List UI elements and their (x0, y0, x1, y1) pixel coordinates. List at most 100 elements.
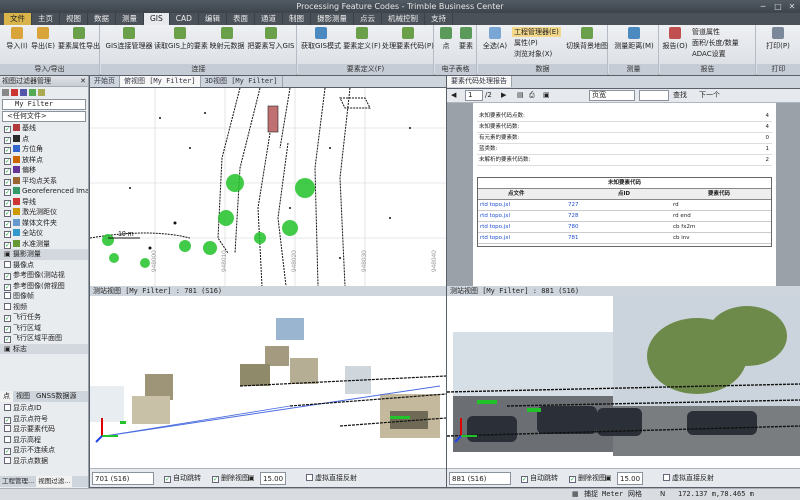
map-metadata-button[interactable]: 映射元数据 (208, 27, 246, 51)
checkbox-icon[interactable]: ✓ (4, 315, 11, 322)
layer-item[interactable]: ✓ 方位角 (0, 144, 88, 155)
tab-machine-control[interactable]: 机械控制 (382, 13, 425, 25)
snap-label[interactable]: 捕捉 (584, 489, 598, 500)
layer-item[interactable]: ✓ 导线 (0, 197, 88, 208)
checkbox-icon[interactable]: ✓ (4, 325, 11, 333)
snap-icon[interactable]: ▦ (572, 489, 579, 500)
fov-input[interactable]: 15.00 (617, 472, 643, 485)
point-option[interactable]: 显示点数据 (0, 456, 88, 467)
tab-view[interactable]: 视图 (60, 13, 88, 25)
tab-photogrammetry[interactable]: 摄影测量 (311, 13, 354, 25)
station-view-left-tab[interactable]: 测站视图 [My Filter] : 701 (S16) (90, 286, 446, 296)
copy-filter-icon[interactable] (20, 89, 27, 96)
tab-file[interactable]: 文件 (4, 13, 32, 25)
delete-view-checkbox[interactable]: ✓ 删除视图 (569, 472, 606, 485)
checkbox-icon[interactable] (4, 292, 11, 299)
layer-item[interactable]: ✓ 放样点 (0, 155, 88, 166)
properties-button[interactable]: 属性(P) (514, 38, 538, 48)
adac-settings-button[interactable]: ADAC设置 (692, 49, 726, 59)
tab-surface[interactable]: 表面 (227, 13, 255, 25)
tab-edit[interactable]: 编辑 (199, 13, 227, 25)
gis-connection-manager-button[interactable]: GIS连接管理器 (105, 27, 153, 51)
photo-layer-item[interactable]: 摄像点 (0, 260, 88, 271)
filter-options-icon[interactable] (38, 89, 45, 96)
tab-survey[interactable]: 测量 (116, 13, 144, 25)
point-option[interactable]: 显示点ID (0, 403, 88, 414)
maximize-button[interactable]: □ (771, 0, 785, 13)
checkbox-icon[interactable] (4, 435, 11, 443)
toggle-background-map-button[interactable]: 切换背景地图 (566, 27, 608, 51)
checkbox-icon[interactable]: ✓ (4, 241, 11, 249)
tab-gis[interactable]: GIS (144, 13, 170, 25)
point-option[interactable]: 显示高程 (0, 435, 88, 446)
pipe-properties-button[interactable]: 管道属性 (692, 27, 720, 37)
report-button[interactable]: 报告(O) (662, 27, 688, 51)
cell-file[interactable]: rtd topo.jxl (480, 233, 510, 244)
features-sheet-button[interactable]: 要素 (456, 27, 476, 51)
tab-start-page[interactable]: 开始页 (90, 76, 120, 87)
photo-layer-item[interactable]: ✓ 参考图像(测站视 (0, 270, 88, 281)
cell-point-id[interactable]: 780 (568, 222, 579, 233)
area-length-button[interactable]: 面积/长度/数量 (692, 38, 739, 48)
virtual-reflection-checkbox[interactable]: 虚拟直接反射 (663, 472, 714, 485)
cell-file[interactable]: rtd topo.jxl (480, 200, 510, 211)
layer-item[interactable]: ✓ Georeferenced Ima (0, 186, 88, 197)
fov-input[interactable]: 15.00 (260, 472, 286, 485)
page-input[interactable]: 1 (465, 90, 483, 101)
point-option[interactable]: ✓ 显示不连续点 (0, 445, 88, 456)
find-input[interactable] (639, 90, 669, 101)
tab-gnss[interactable]: GNSS数据源 (33, 391, 80, 402)
browse-objects-button[interactable]: 浏览对象(X) (514, 49, 552, 59)
print-button[interactable]: 打印(P) (759, 27, 797, 51)
zoom-select[interactable]: 页宽 (589, 90, 635, 101)
write-gis-button[interactable]: 把要素写入GIS (247, 27, 295, 51)
tab-point-cloud[interactable]: 点云 (354, 13, 382, 25)
tab-data[interactable]: 数据 (88, 13, 116, 25)
get-gis-schema-button[interactable]: 获取GIS模式 (300, 27, 342, 51)
find-next-link[interactable]: 下一个 (699, 89, 720, 102)
layer-item[interactable]: ✓ 激光测距仪 (0, 207, 88, 218)
layer-item[interactable]: ✓ 水准测量 (0, 239, 88, 250)
delete-filter-icon[interactable] (11, 89, 18, 96)
grid-label[interactable]: 网格 (628, 489, 642, 500)
virtual-reflection-checkbox[interactable]: 虚拟直接反射 (306, 472, 357, 485)
station-view-left[interactable] (90, 296, 446, 468)
new-filter-icon[interactable] (2, 89, 9, 96)
group-header-photogrammetry[interactable]: ▣ 摄影测量 (0, 249, 88, 260)
group-header-marks[interactable]: ▣ 标志 (0, 343, 88, 354)
export-icon[interactable]: ▤ (517, 89, 524, 102)
tab-points[interactable]: 点 (0, 391, 13, 402)
checkbox-icon[interactable]: ✓ (4, 220, 11, 228)
select-all-button[interactable]: 全选(A) (480, 27, 510, 51)
station-select[interactable]: 701 (S16) (92, 472, 154, 485)
cell-file[interactable]: rtd topo.jxl (480, 222, 510, 233)
page-setup-icon[interactable]: ▣ (543, 89, 550, 102)
cell-point-id[interactable]: 728 (568, 211, 579, 222)
point-option[interactable]: ✓ 显示点符号 (0, 414, 88, 425)
photo-layer-item[interactable]: 图像帧 (0, 291, 88, 302)
print-icon[interactable]: ⎙ (529, 89, 535, 102)
photo-layer-item[interactable]: ✓ 飞行区域 (0, 323, 88, 334)
checkbox-icon[interactable]: ✓ (4, 126, 11, 133)
tab-support[interactable]: 支持 (425, 13, 453, 25)
checkbox-icon[interactable]: ✓ (4, 147, 11, 154)
prev-page-icon[interactable]: ◀ (451, 89, 456, 102)
cell-point-id[interactable]: 727 (568, 200, 579, 211)
export-button[interactable]: 导出(E) (30, 27, 56, 51)
checkbox-icon[interactable] (4, 425, 11, 432)
checkbox-icon[interactable] (4, 456, 11, 464)
checkbox-icon[interactable]: ✓ (4, 231, 11, 238)
checkbox-icon[interactable] (4, 404, 11, 411)
station-view-right[interactable] (447, 296, 800, 468)
cell-file[interactable]: rtd topo.jxl (480, 211, 510, 222)
tab-views[interactable]: 视图 (13, 391, 33, 402)
feature-definition-button[interactable]: 要素定义(F) (342, 27, 382, 51)
tab-cad[interactable]: CAD (170, 13, 199, 25)
tab-view-filter[interactable]: 视图过滤... (36, 476, 73, 487)
layer-item[interactable]: ✓ 全站仪 (0, 228, 88, 239)
next-page-icon[interactable]: ▶ (501, 89, 506, 102)
tab-drafting[interactable]: 制图 (283, 13, 311, 25)
auto-jump-checkbox[interactable]: ✓ 自动跳转 (521, 472, 558, 485)
read-gis-features-button[interactable]: 读取GIS上的要素 (154, 27, 208, 51)
tab-3d-view[interactable]: 3D视图 [My Filter] (201, 76, 283, 87)
